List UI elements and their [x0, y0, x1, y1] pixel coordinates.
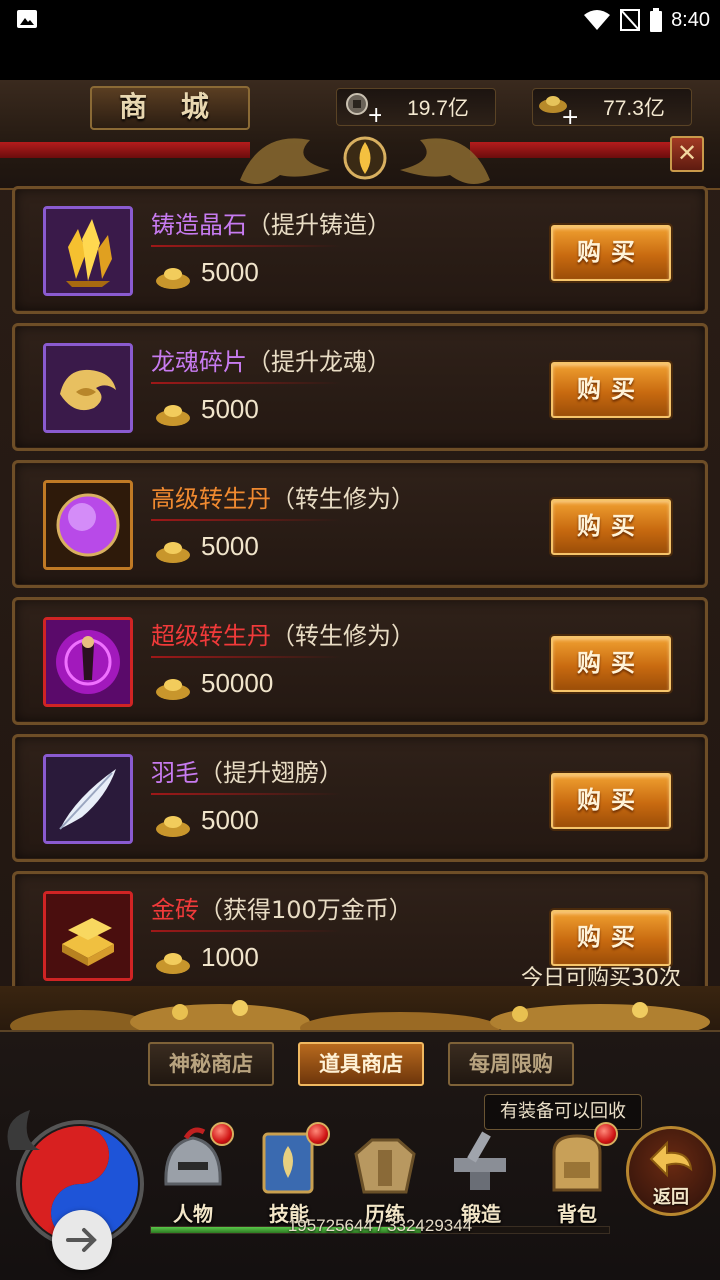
battery-icon — [650, 8, 663, 32]
item-price: 5000 — [201, 805, 259, 835]
status-bar: 8:40 — [0, 0, 720, 40]
nav-character[interactable]: 人物 — [150, 1120, 236, 1240]
nav-backpack[interactable]: 背包 — [534, 1120, 620, 1240]
item-price: 1000 — [201, 942, 259, 972]
gold-brick-icon — [43, 891, 133, 981]
item-title: 铸造晶石（提升铸造） — [151, 205, 391, 240]
close-icon[interactable]: ✕ — [677, 139, 697, 167]
list-item: 高级转生丹（转生修为） 5000 购买 — [12, 460, 708, 588]
item-desc: （提升铸造） — [247, 211, 391, 239]
gold-value: 77.3亿 — [603, 97, 665, 120]
item-desc: （提升龙魂） — [247, 348, 391, 376]
arrow-right-icon — [66, 1228, 97, 1252]
armor-icon — [354, 1138, 416, 1194]
gold-ingot-plus-icon[interactable]: + — [533, 88, 579, 130]
item-price: 5000 — [201, 531, 259, 561]
item-name: 超级转生丹 — [151, 622, 271, 650]
nav-label: 人物 — [173, 1202, 213, 1226]
item-title: 金砖（获得100万金币） — [151, 890, 413, 925]
item-name: 金砖 — [151, 896, 199, 924]
title-underline — [151, 793, 341, 795]
gold-balance[interactable]: + 77.3亿 — [532, 88, 692, 130]
item-price: 50000 — [201, 668, 274, 698]
list-item: 超级转生丹（转生修为） 50000 购买 — [12, 597, 708, 725]
no-signal-icon — [620, 9, 641, 31]
notification-dot — [306, 1122, 330, 1146]
item-price: 5000 — [201, 257, 259, 287]
floating-next-button[interactable] — [52, 1210, 112, 1270]
title-underline — [151, 656, 341, 658]
list-item: 铸造晶石（提升铸造） 5000 购买 — [12, 186, 708, 314]
gold-ingot-icon — [156, 679, 190, 700]
gold-ingot-icon — [156, 542, 190, 563]
coin-value: 19.7亿 — [407, 97, 469, 120]
item-title: 超级转生丹（转生修为） — [151, 616, 415, 651]
buy-button[interactable]: 购买 — [551, 362, 671, 418]
buy-button[interactable]: 购买 — [551, 499, 671, 555]
gold-ingot-icon — [156, 953, 190, 974]
item-desc: （转生修为） — [271, 622, 415, 650]
shop-header: 商 城 + 19.7亿 + 77.3亿 ✕ — [0, 80, 720, 190]
title-underline — [151, 519, 341, 521]
super-pill-icon — [43, 617, 133, 707]
shop-tabs: 神秘商店 道具商店 每周限购 — [148, 1042, 574, 1086]
back-label: 返回 — [653, 1187, 689, 1208]
item-name: 龙魂碎片 — [151, 348, 247, 376]
item-desc: （转生修为） — [271, 485, 415, 513]
notification-dot — [210, 1122, 234, 1146]
gold-ingot-icon — [156, 816, 190, 837]
title-underline — [151, 245, 341, 247]
list-item: 金砖（获得100万金币） 1000 购买 今日可购买30次 — [12, 871, 708, 999]
item-name: 高级转生丹 — [151, 485, 271, 513]
pill-orb-icon — [43, 480, 133, 570]
feather-icon — [43, 754, 133, 844]
clock: 8:40 — [671, 8, 710, 31]
red-sash-left — [0, 142, 250, 158]
item-name: 铸造晶石 — [151, 211, 247, 239]
item-title: 龙魂碎片（提升龙魂） — [151, 342, 391, 377]
item-price: 5000 — [201, 394, 259, 424]
item-desc: （提升翅膀） — [199, 759, 343, 787]
shop-window: 商 城 + 19.7亿 + 77.3亿 ✕ 铸造晶石（提升铸造） 5000 购买… — [0, 80, 720, 1280]
list-item: 羽毛（提升翅膀） 5000 购买 — [12, 734, 708, 862]
title-underline — [151, 382, 341, 384]
item-name: 羽毛 — [151, 759, 199, 787]
dragon-soul-icon — [43, 343, 133, 433]
wifi-icon — [584, 10, 611, 30]
nav-label: 背包 — [557, 1202, 597, 1226]
buy-button[interactable]: 购买 — [551, 636, 671, 692]
crystal-icon — [43, 206, 133, 296]
twin-dragon-ornament — [240, 136, 490, 184]
gallery-notification-icon — [17, 10, 37, 28]
tab-weekly-limited[interactable]: 每周限购 — [448, 1042, 574, 1086]
item-title: 高级转生丹（转生修为） — [151, 479, 415, 514]
item-list[interactable]: 铸造晶石（提升铸造） 5000 购买 龙魂碎片（提升龙魂） 5000 购买 高级… — [12, 186, 708, 1002]
return-arrow-icon — [649, 1140, 693, 1178]
title-underline — [151, 930, 341, 932]
tab-mystery-shop[interactable]: 神秘商店 — [148, 1042, 274, 1086]
list-item: 龙魂碎片（提升龙魂） 5000 购买 — [12, 323, 708, 451]
buy-button[interactable]: 购买 — [551, 910, 671, 966]
tab-item-shop[interactable]: 道具商店 — [298, 1042, 424, 1086]
close-button[interactable]: ✕ — [670, 136, 704, 172]
exp-text: 195725644 / 332429344 — [287, 1216, 473, 1235]
svg-text:+: + — [561, 105, 577, 126]
buy-button[interactable]: 购买 — [551, 225, 671, 281]
anvil-icon — [454, 1131, 506, 1190]
buy-button[interactable]: 购买 — [551, 773, 671, 829]
back-button[interactable]: 返回 — [626, 1126, 716, 1216]
item-title: 羽毛（提升翅膀） — [151, 753, 343, 788]
notification-dot — [594, 1122, 618, 1146]
gold-ingot-icon — [156, 268, 190, 289]
item-desc: （获得100万金币） — [199, 896, 413, 924]
gold-ingot-icon — [156, 405, 190, 426]
